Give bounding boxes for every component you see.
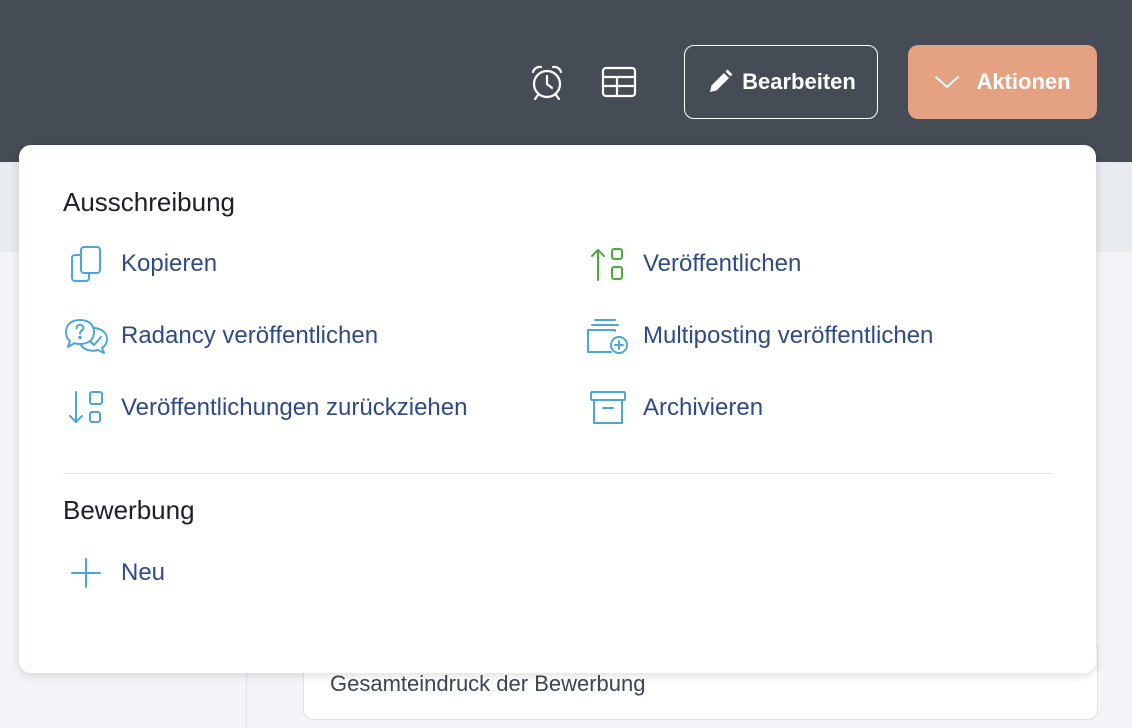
- menu-item-label: Veröffentlichungen zurückziehen: [121, 394, 468, 421]
- menu-item-withdraw-publications[interactable]: Veröffentlichungen zurückziehen: [63, 388, 467, 428]
- menu-item-label: Multiposting veröffentlichen: [643, 322, 934, 349]
- menu-item-new-application[interactable]: Neu: [63, 553, 165, 593]
- chevron-down-icon: [935, 76, 960, 88]
- publish-icon: [591, 248, 623, 281]
- menu-item-archive[interactable]: Archivieren: [585, 388, 763, 428]
- section-title-bewerbung: Bewerbung: [63, 495, 195, 525]
- menu-item-label: Veröffentlichen: [643, 250, 802, 277]
- alarm-clock-icon: [531, 65, 563, 101]
- menu-item-copy[interactable]: Kopieren: [63, 244, 217, 284]
- edit-button-label: Bearbeiten: [742, 69, 856, 94]
- table-icon: [601, 66, 637, 98]
- menu-item-label: Radancy veröffentlichen: [121, 322, 379, 349]
- actions-button[interactable]: Aktionen: [908, 45, 1097, 119]
- withdraw-icon: [69, 391, 103, 423]
- section-divider: [63, 473, 1053, 474]
- table-view-button[interactable]: [597, 60, 641, 104]
- menu-item-radancy-publish[interactable]: Radancy veröffentlichen: [63, 316, 378, 356]
- archive-icon: [590, 391, 626, 424]
- menu-item-multiposting-publish[interactable]: Multiposting veröffentlichen: [585, 316, 933, 356]
- card-title: Gesamteindruck der Bewerbung: [330, 671, 646, 696]
- menu-item-label: Neu: [121, 559, 166, 586]
- copy-icon: [71, 246, 101, 282]
- menu-item-label: Kopieren: [121, 250, 218, 277]
- menu-item-publish[interactable]: Veröffentlichen: [585, 244, 801, 284]
- actions-button-label: Aktionen: [976, 69, 1071, 94]
- multiposting-icon: [587, 319, 628, 354]
- alarm-button[interactable]: [525, 60, 569, 104]
- menu-item-label: Archivieren: [643, 394, 764, 421]
- section-title-ausschreibung: Ausschreibung: [63, 187, 235, 217]
- edit-button[interactable]: Bearbeiten: [684, 45, 878, 119]
- pencil-icon: [710, 69, 733, 92]
- chat-question-icon: [65, 319, 108, 354]
- actions-dropdown-menu: Ausschreibung Kopieren Veröffentlichen R…: [19, 145, 1096, 673]
- plus-icon: [71, 558, 101, 588]
